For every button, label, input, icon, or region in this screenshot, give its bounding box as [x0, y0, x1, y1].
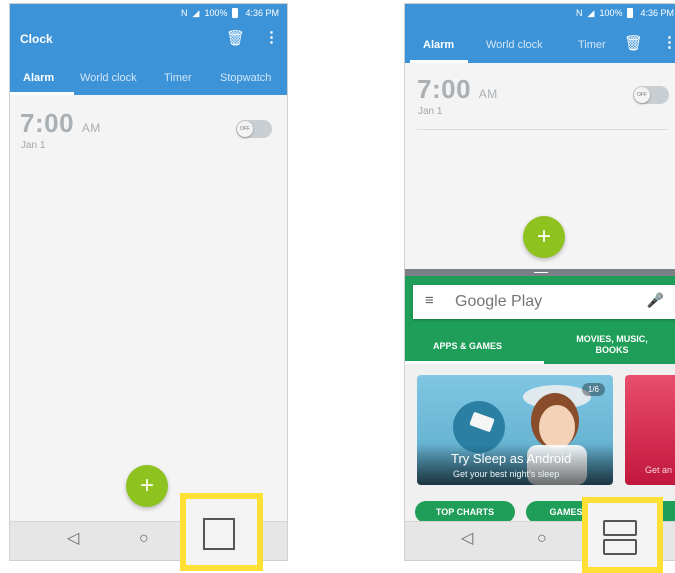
- play-store-header: ≡ Google Play 🎤 APPS & GAMES MOVIES, MUS…: [405, 276, 675, 364]
- app-bar: Clock 🗑 ⋮ Alarm World clock Timer Stopwa…: [10, 22, 287, 95]
- featured-card-sleep[interactable]: 1/6 Try Sleep as Android Get your best n…: [417, 375, 613, 485]
- battery-icon: [232, 8, 239, 18]
- tab-stopwatch[interactable]: Stopwatch: [220, 72, 271, 84]
- tab-apps-games[interactable]: APPS & GAMES: [433, 341, 502, 352]
- mic-icon[interactable]: 🎤: [647, 292, 664, 309]
- back-icon[interactable]: ◁: [67, 531, 79, 547]
- alarm-toggle[interactable]: OFF: [633, 86, 669, 104]
- phone-left-screen: N ◢ 100% 4:36 PM Clock 🗑 ⋮ Alarm World c…: [9, 3, 288, 561]
- search-input[interactable]: Google Play: [455, 293, 542, 311]
- alarm-time: 7:00 AM: [20, 108, 101, 138]
- tab-world-clock[interactable]: World clock: [80, 72, 137, 84]
- split-window-top-icon: [603, 520, 637, 536]
- alarm-date: Jan 1: [21, 140, 46, 151]
- card-badge: 1/6: [581, 383, 605, 396]
- tab-indicator: [410, 60, 468, 63]
- battery-icon: [627, 8, 634, 18]
- delete-icon[interactable]: 🗑: [624, 36, 643, 51]
- back-icon[interactable]: ◁: [461, 531, 473, 547]
- menu-icon[interactable]: ≡: [425, 292, 434, 309]
- tab-timer[interactable]: Timer: [164, 72, 192, 84]
- home-icon[interactable]: ○: [537, 531, 547, 547]
- status-time: 4:36 PM: [640, 8, 674, 18]
- status-time: 4:36 PM: [245, 8, 279, 18]
- recent-apps-highlight[interactable]: [180, 493, 263, 571]
- signal-icon: ◢: [192, 7, 200, 18]
- split-window-bottom-icon: [603, 539, 637, 555]
- split-screen-highlight[interactable]: [582, 497, 663, 573]
- divider-handle[interactable]: [533, 272, 548, 273]
- more-vert-icon[interactable]: ⋮: [264, 30, 279, 45]
- tab-world-clock[interactable]: World clock: [486, 39, 543, 51]
- play-search-bar[interactable]: ≡ Google Play 🎤: [413, 285, 675, 319]
- battery-percent: 100%: [204, 8, 228, 18]
- battery-percent: 100%: [599, 8, 623, 18]
- signal-icon: ◢: [587, 7, 595, 18]
- tab-alarm[interactable]: Alarm: [423, 39, 454, 51]
- app-bar: Alarm World clock Timer 🗑 ⋮: [405, 22, 675, 63]
- status-bar: N ◢ 100% 4:36 PM: [10, 4, 287, 22]
- featured-card-2[interactable]: Get an: [625, 375, 675, 485]
- add-alarm-button[interactable]: +: [126, 465, 168, 507]
- home-icon[interactable]: ○: [139, 531, 149, 547]
- app-title: Clock: [20, 32, 53, 46]
- tab-timer[interactable]: Timer: [578, 39, 606, 51]
- alarm-toggle[interactable]: OFF: [236, 120, 272, 138]
- more-vert-icon[interactable]: ⋮: [662, 35, 675, 50]
- list-divider: [417, 129, 668, 130]
- tab-indicator: [10, 92, 74, 95]
- toggle-knob: OFF: [237, 121, 253, 137]
- delete-icon[interactable]: 🗑: [226, 31, 245, 46]
- tab-movies-music-books[interactable]: MOVIES, MUSIC, BOOKS: [567, 334, 657, 356]
- phone-right-screen: N ◢ 100% 4:36 PM Alarm World clock Timer…: [404, 3, 675, 561]
- card-subtitle: Get your best night's sleep: [453, 469, 560, 479]
- nfc-icon: N: [576, 7, 583, 18]
- alarm-date: Jan 1: [418, 106, 443, 117]
- top-charts-button[interactable]: TOP CHARTS: [415, 501, 515, 523]
- card-title: Try Sleep as Android: [451, 451, 572, 466]
- recent-apps-icon: [203, 518, 235, 550]
- add-alarm-button[interactable]: +: [523, 216, 565, 258]
- status-bar: N ◢ 100% 4:36 PM: [405, 4, 675, 22]
- nfc-icon: N: [181, 7, 188, 18]
- split-screen-divider[interactable]: [405, 269, 675, 276]
- card2-text: Get an: [645, 465, 673, 475]
- tab-alarm[interactable]: Alarm: [23, 72, 54, 84]
- toggle-knob: OFF: [634, 87, 650, 103]
- alarm-time: 7:00 AM: [417, 74, 498, 104]
